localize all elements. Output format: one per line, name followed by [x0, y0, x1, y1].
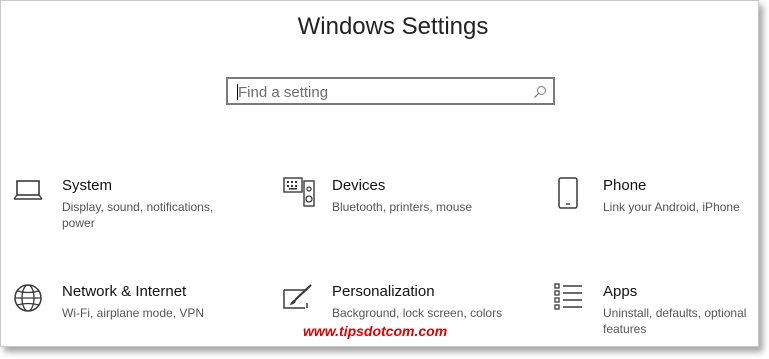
search-icon[interactable] — [533, 85, 547, 104]
category-description: Uninstall, defaults, optional features — [603, 306, 747, 336]
category-name: Personalization — [332, 283, 435, 300]
search-box[interactable]: Find a setting — [226, 77, 555, 105]
paintbrush-icon — [283, 283, 315, 318]
search-placeholder: Find a setting — [238, 84, 329, 101]
category-apps[interactable]: Apps Uninstall, defaults, optional featu… — [554, 283, 754, 339]
category-description: Wi-Fi, airplane mode, VPN — [62, 306, 205, 320]
globe-icon — [13, 283, 43, 318]
apps-list-icon — [554, 283, 584, 316]
category-devices[interactable]: Devices Bluetooth, printers, mouse — [283, 177, 513, 233]
category-network-internet[interactable]: Network & Internet Wi-Fi, airplane mode,… — [13, 283, 243, 339]
page-title: Windows Settings — [297, 13, 489, 40]
category-description: Background, lock screen, colors — [332, 306, 503, 320]
category-description: Bluetooth, printers, mouse — [332, 200, 473, 214]
category-name: Network & Internet — [62, 283, 187, 300]
category-name: System — [62, 177, 113, 194]
category-phone[interactable]: Phone Link your Android, iPhone — [554, 177, 754, 233]
category-system[interactable]: System Display, sound, notifications, po… — [13, 177, 243, 233]
category-name: Devices — [332, 177, 386, 194]
devices-icon — [283, 177, 315, 212]
category-description: Link your Android, iPhone — [603, 200, 740, 214]
category-name: Phone — [603, 177, 647, 194]
settings-window: Windows Settings Find a setting System D… — [0, 0, 759, 347]
category-description: Display, sound, notifications, power — [62, 200, 214, 230]
phone-icon — [557, 177, 579, 214]
laptop-icon — [13, 177, 43, 208]
watermark-text: www.tipsdotcom.com — [303, 323, 448, 339]
category-name: Apps — [603, 283, 638, 300]
